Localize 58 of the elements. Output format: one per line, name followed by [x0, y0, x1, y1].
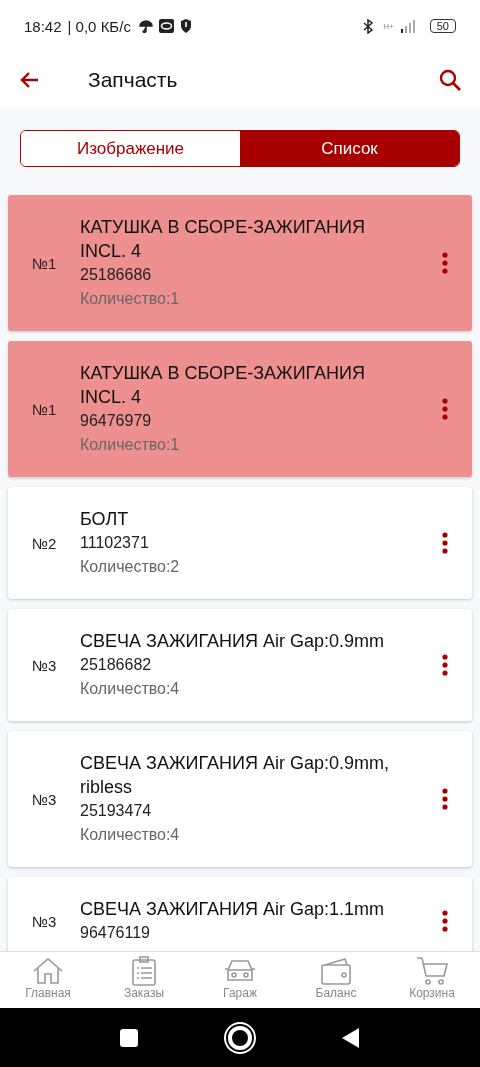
more-icon: [442, 532, 448, 554]
part-card[interactable]: №2 БОЛТ 11102371 Количество:2: [8, 487, 472, 599]
part-card[interactable]: №3 СВЕЧА ЗАЖИГАНИЯ Air Gap:0.9mm 25186682 Количество:4: [8, 609, 472, 721]
part-code: 11102371: [80, 533, 150, 553]
home-nav-item[interactable]: Главная: [0, 952, 96, 1008]
home-icon: [31, 956, 65, 986]
part-code: 25186686: [80, 265, 153, 285]
garage-nav-item[interactable]: Гараж: [192, 952, 288, 1008]
balance-nav-item[interactable]: Баланс: [288, 952, 384, 1008]
more-icon: [442, 654, 448, 676]
part-card[interactable]: №3 СВЕЧА ЗАЖИГАНИЯ Air Gap:1.1mm 96476119: [8, 877, 472, 951]
part-quantity: Количество:2: [80, 557, 181, 577]
more-icon: [442, 252, 448, 274]
part-name: СВЕЧА ЗАЖИГАНИЯ Air Gap:0.9mm: [80, 630, 385, 653]
part-number: №3: [32, 790, 58, 808]
cart-icon: [415, 956, 449, 986]
shield-icon: [179, 19, 192, 33]
part-number: №3: [32, 656, 58, 674]
view-tab[interactable]: Изображение: [21, 131, 240, 166]
network-speed: | 0,0 КБ/с: [67, 17, 131, 35]
status-time: 18:42: [24, 17, 62, 35]
part-quantity: Количество:1: [80, 435, 181, 455]
more-icon: [442, 788, 448, 810]
search-icon: [438, 68, 462, 92]
more-icon: [442, 910, 448, 932]
orders-nav-item[interactable]: Заказы: [96, 952, 192, 1008]
part-name: КАТУШКА В СБОРЕ-ЗАЖИГАНИЯ INCL. 4: [80, 216, 367, 263]
part-card[interactable]: №1 КАТУШКА В СБОРЕ-ЗАЖИГАНИЯ INCL. 4 25186686 Количество:1: [8, 195, 472, 331]
more-icon: [442, 398, 448, 420]
part-name: СВЕЧА ЗАЖИГАНИЯ Air Gap:0.9mm, ribless: [80, 752, 390, 799]
signal-icon: [399, 19, 418, 33]
eye-icon: [158, 19, 174, 33]
part-number: №2: [32, 534, 58, 552]
part-code: 96476119: [80, 923, 151, 943]
part-number: №3: [32, 912, 58, 930]
part-number: №1: [32, 254, 58, 272]
view-tab[interactable]: Список: [240, 131, 459, 166]
part-name: КАТУШКА В СБОРЕ-ЗАЖИГАНИЯ INCL. 4: [80, 362, 367, 409]
battery-indicator: 50: [429, 19, 456, 33]
part-card[interactable]: №3 СВЕЧА ЗАЖИГАНИЯ Air Gap:0.9mm, ribless 25193474 Количество:4: [8, 731, 472, 867]
screen-title: Запчасть: [88, 68, 178, 92]
cart-nav-item[interactable]: Корзина: [384, 952, 480, 1008]
back-nav-button[interactable]: [342, 1027, 360, 1048]
part-quantity: Количество:1: [80, 289, 181, 309]
part-card[interactable]: №1 КАТУШКА В СБОРЕ-ЗАЖИГАНИЯ INCL. 4 96476979 Количество:1: [8, 341, 472, 477]
part-quantity: Количество:4: [80, 679, 181, 699]
network-type: H+: [383, 21, 394, 31]
part-quantity: Количество:4: [80, 825, 181, 845]
part-code: 96476979: [80, 411, 153, 431]
part-code: 25193474: [80, 801, 153, 821]
balance-icon: [319, 956, 353, 986]
part-code: 25186682: [80, 655, 153, 675]
umbrella-icon: [138, 19, 153, 33]
part-number: №1: [32, 400, 58, 418]
bluetooth-icon: [363, 18, 374, 34]
part-name: БОЛТ: [80, 508, 130, 531]
recents-button[interactable]: [120, 1028, 138, 1047]
part-name: СВЕЧА ЗАЖИГАНИЯ Air Gap:1.1mm: [80, 898, 385, 921]
